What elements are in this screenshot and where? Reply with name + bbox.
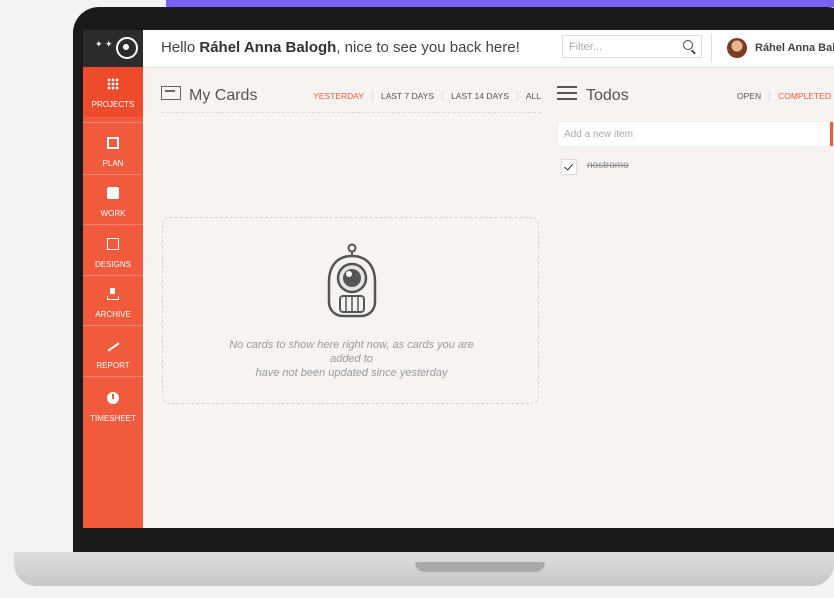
tab-completed[interactable]: COMPLETED [769,90,834,102]
sidebar-item-timesheet[interactable]: TIMESHEET [83,381,143,431]
greeting-suffix: , nice to see you back here! [336,39,520,56]
sidebar-item-label: WORK [100,209,126,218]
sidebar-item-plan[interactable]: PLAN [83,126,143,176]
sidebar-divider [83,122,143,123]
sidebar-item-label: DESIGNS [94,260,131,269]
tab-all[interactable]: ALL [516,90,541,102]
sidebar-item-designs[interactable]: DESIGNS [83,227,143,277]
todo-checkbox[interactable] [561,159,577,175]
checklist-icon [557,84,577,102]
astronaut-icon [116,37,138,59]
empty-cards-message: No cards to show here right now, as card… [203,338,500,380]
image-icon [107,238,119,250]
search-icon[interactable] [683,40,693,50]
tab-yesterday[interactable]: YESTERDAY [305,90,372,102]
new-todo-box [557,121,834,147]
todos-tabs: OPEN COMPLETED [729,90,834,102]
new-todo-input[interactable] [558,122,814,146]
user-name: Ráhel Anna Balogh [199,39,337,56]
todo-item: nostromo [557,155,834,177]
sidebar-divider [83,174,143,175]
cards-icon [161,86,181,100]
sidebar-item-label: TIMESHEET [90,414,136,423]
header-divider [711,34,712,62]
todos-header: Todos OPEN COMPLETED [557,82,834,112]
empty-cards-placeholder: No cards to show here right now, as card… [162,217,539,404]
greeting-message: Hello Ráhel Anna Balogh, nice to see you… [161,39,520,56]
cards-tabs: YESTERDAY LAST 7 DAYS LAST 14 DAYS ALL [305,90,541,102]
laptop-notch [415,562,545,572]
tab-open[interactable]: OPEN [729,90,769,102]
sidebar-item-report[interactable]: REPORT [83,328,143,378]
tab-last-7-days[interactable]: LAST 7 DAYS [371,90,442,102]
empty-message-line: No cards to show here right now, as card… [229,339,474,351]
main-content: My Cards YESTERDAY LAST 7 DAYS LAST 14 D… [143,67,834,528]
empty-message-line: added to [330,353,373,365]
stars-icon: ✦ ✦ [95,39,113,49]
sidebar-item-label: PLAN [102,159,124,168]
filter-input[interactable] [563,36,677,57]
todo-item-text: nostromo [587,160,629,171]
plan-icon [107,137,119,149]
sidebar-divider [83,325,143,326]
greeting-prefix: Hello [161,39,200,56]
sidebar-item-work[interactable]: WORK [83,176,143,226]
briefcase-icon [107,187,119,199]
grid-icon [107,78,119,90]
astronaut-logo[interactable]: ✦ ✦ [83,30,143,67]
avatar[interactable] [727,38,747,58]
sidebar-divider [83,275,143,276]
sidebar-item-label: PROJECTS [91,100,135,109]
filter-box [562,35,702,58]
sidebar-item-projects[interactable]: PROJECTS [83,67,143,117]
top-bar: ✦ ✦ Hello Ráhel Anna Balogh, nice to see… [83,30,834,68]
add-item-accent [830,122,833,146]
clock-icon [107,392,119,404]
sidebar-item-label: ARCHIVE [95,310,131,319]
profile-name: Ráhel Anna Balo [755,42,834,54]
todos-title: Todos [586,87,629,104]
purple-accent-strip [166,0,834,7]
trend-icon [107,339,119,351]
empty-message-line: have not been updated since yesterday [255,367,448,379]
my-cards-title: My Cards [189,87,258,104]
my-cards-header: My Cards YESTERDAY LAST 7 DAYS LAST 14 D… [161,82,541,113]
app-screen: ✦ ✦ Hello Ráhel Anna Balogh, nice to see… [83,30,834,528]
tab-last-14-days[interactable]: LAST 14 DAYS [442,90,517,102]
user-profile[interactable]: Ráhel Anna Balo [727,38,834,58]
astronaut-robot-icon [327,243,377,318]
sidebar-divider [83,224,143,225]
sidebar: PROJECTS PLAN WORK DESIGNS ARCHIVE REPOR… [83,67,143,528]
sidebar-divider [83,376,143,377]
sidebar-item-archive[interactable]: ARCHIVE [83,277,143,327]
sidebar-item-label: REPORT [96,361,130,370]
archive-icon [107,288,119,300]
